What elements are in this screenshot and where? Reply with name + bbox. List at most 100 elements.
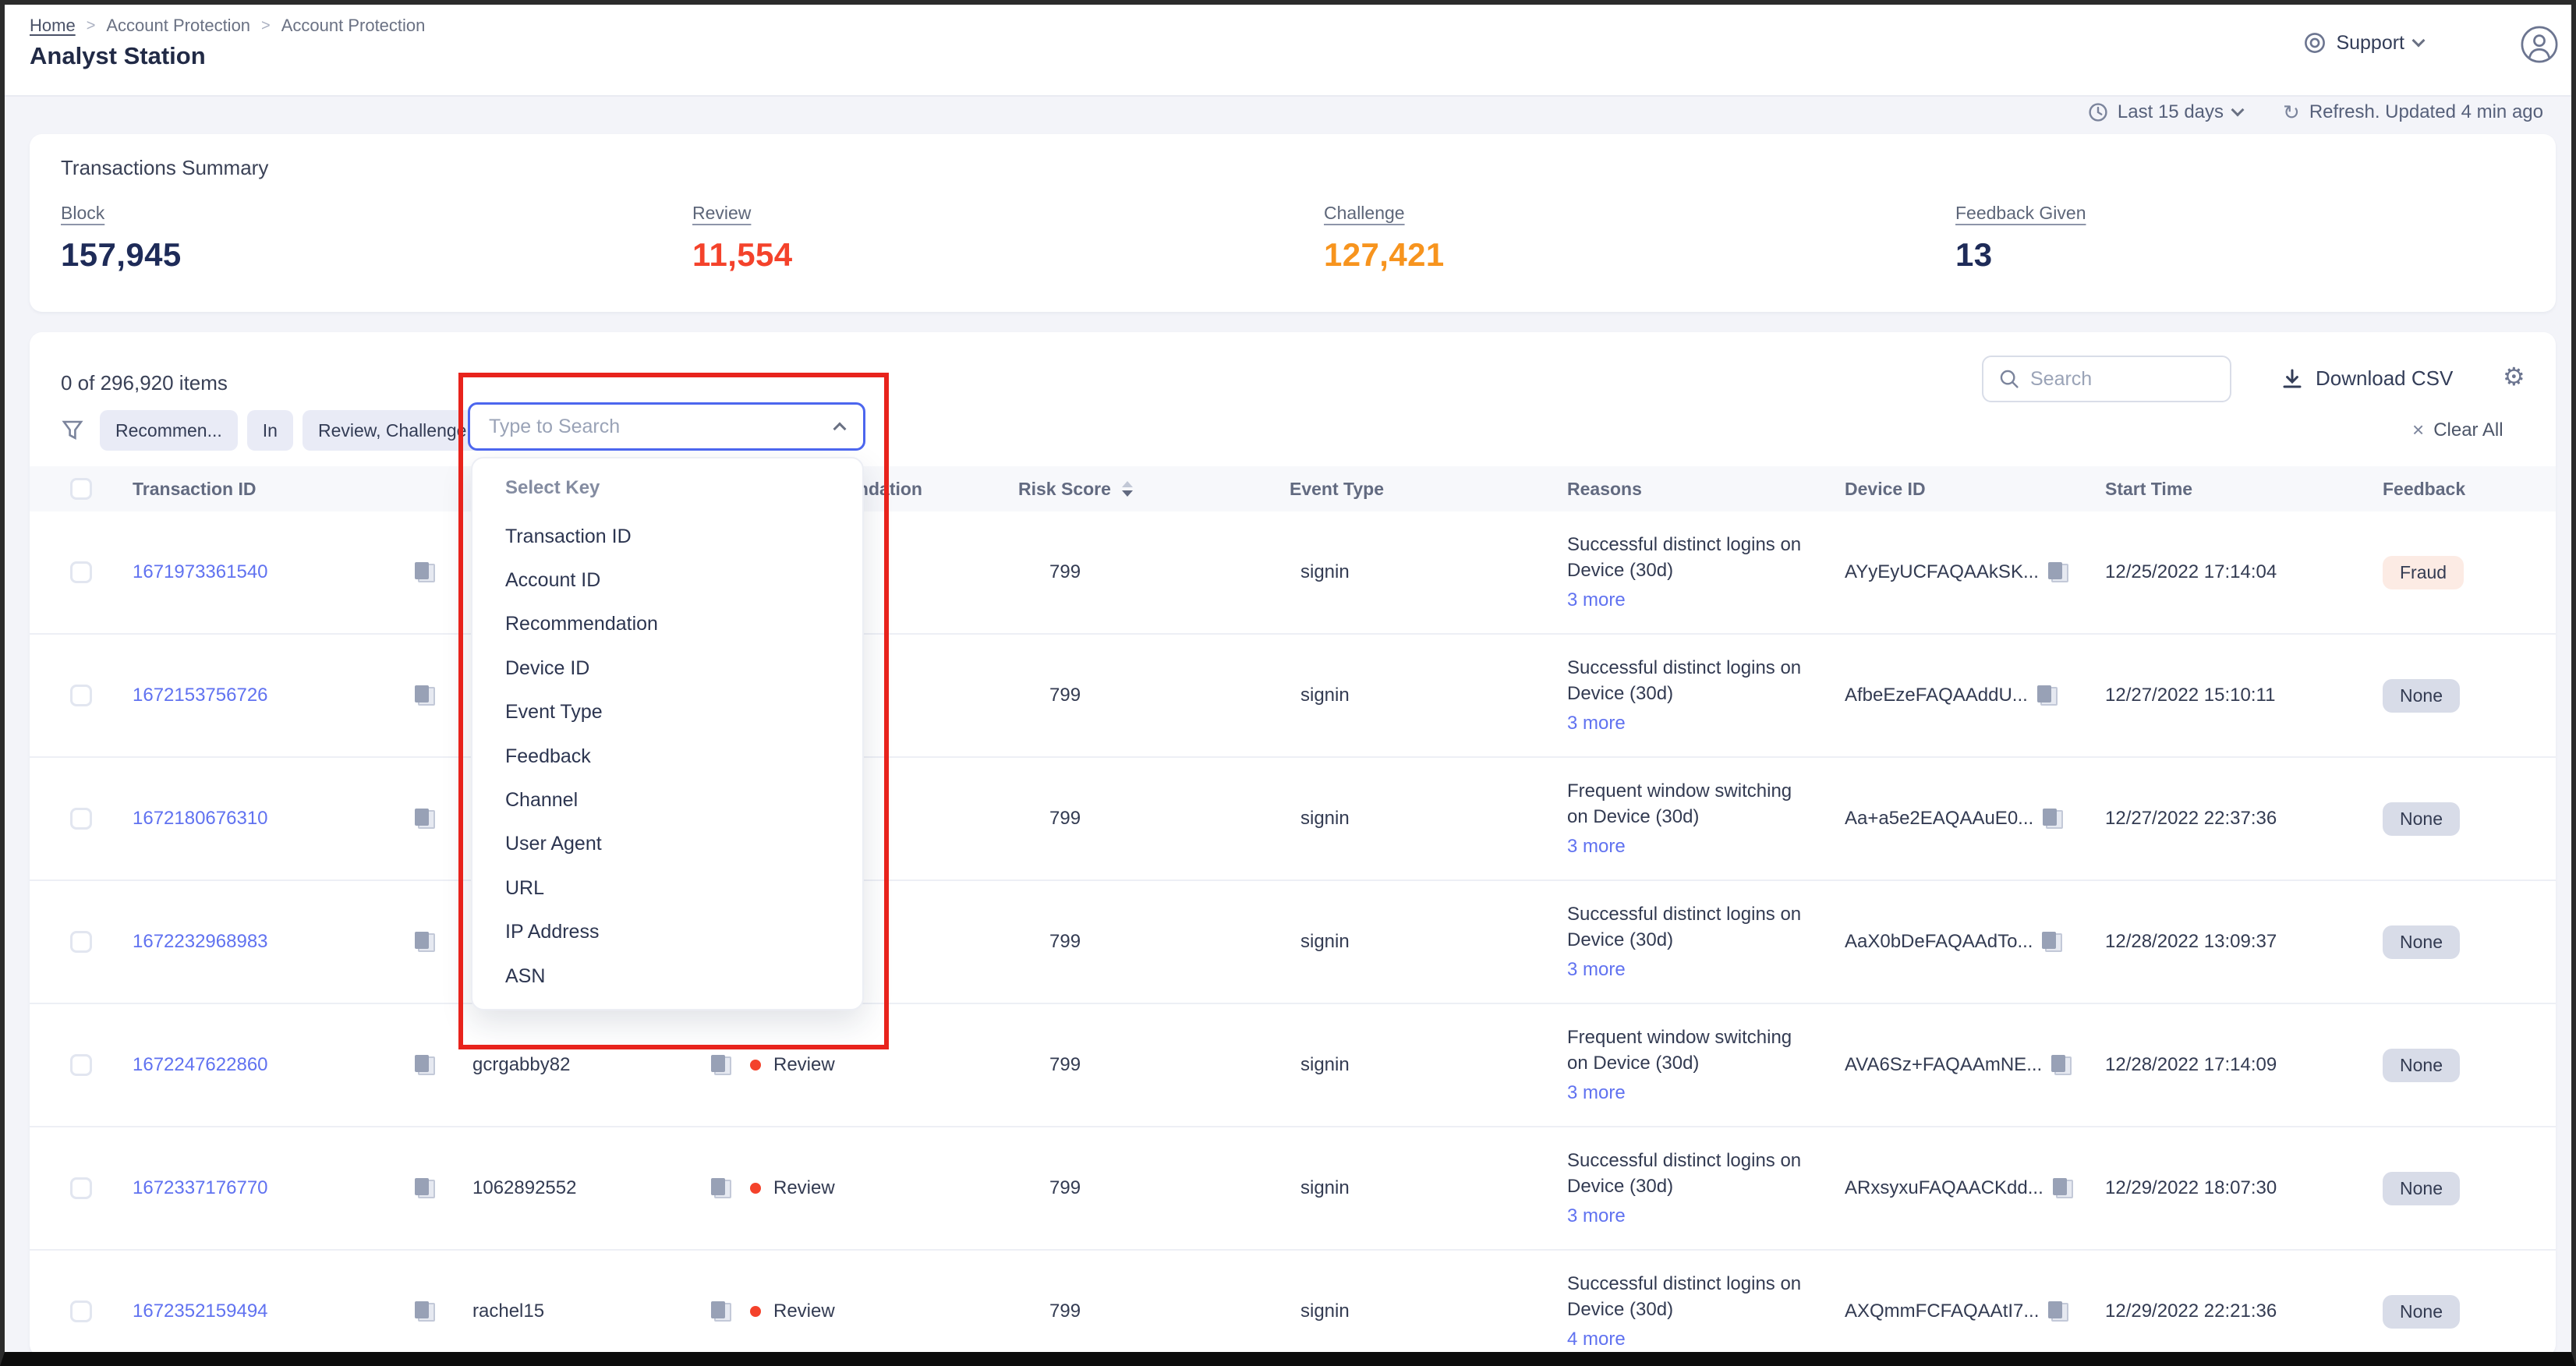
support-label: Support xyxy=(2336,32,2404,55)
transaction-id-link[interactable]: 1672153756726 xyxy=(133,685,268,706)
support-menu[interactable]: Support xyxy=(2303,31,2423,55)
dropdown-option-recommendation[interactable]: Recommendation xyxy=(505,603,862,646)
settings-gear-icon[interactable]: ⚙ xyxy=(2503,362,2525,391)
stat-review-label[interactable]: Review xyxy=(692,203,751,224)
col-risk-score[interactable]: Risk Score xyxy=(993,479,1265,500)
device-id: AYyEyUCFAQAAkSK... xyxy=(1845,561,2039,583)
more-reasons-link[interactable]: 3 more xyxy=(1567,587,1626,614)
transaction-id-link[interactable]: 1671973361540 xyxy=(133,561,268,583)
row-checkbox[interactable] xyxy=(70,1054,92,1076)
filter-operator-chip[interactable]: In xyxy=(247,410,293,451)
table-row: 1672352159494 rachel15 Review 799 signin… xyxy=(30,1251,2556,1357)
copy-icon[interactable] xyxy=(2043,809,2063,829)
transaction-id-link[interactable]: 1672180676310 xyxy=(133,808,268,830)
table-row: 1672180676310 799 signin Frequent window… xyxy=(30,758,2556,881)
breadcrumb-separator-icon: > xyxy=(261,17,271,35)
breadcrumb-account-protection-2[interactable]: Account Protection xyxy=(281,16,426,36)
more-reasons-link[interactable]: 3 more xyxy=(1567,957,1626,983)
active-filter: Recommen... In Review, Challenge xyxy=(61,410,482,451)
more-reasons-link[interactable]: 3 more xyxy=(1567,710,1626,737)
download-csv-button[interactable]: Download CSV xyxy=(2281,366,2453,391)
row-checkbox[interactable] xyxy=(70,808,92,830)
refresh-label: Refresh. Updated 4 min ago xyxy=(2309,101,2543,123)
table-row: 1672232968983 799 signin Successful dist… xyxy=(30,881,2556,1004)
filter-value-chip[interactable]: Review, Challenge xyxy=(303,410,483,451)
more-reasons-link[interactable]: 3 more xyxy=(1567,1080,1626,1106)
stat-challenge-label[interactable]: Challenge xyxy=(1324,203,1405,224)
row-checkbox[interactable] xyxy=(70,931,92,953)
items-count: 0 of 296,920 items xyxy=(61,371,228,395)
more-reasons-link[interactable]: 3 more xyxy=(1567,833,1626,860)
copy-icon[interactable] xyxy=(415,1301,435,1322)
dropdown-option-feedback[interactable]: Feedback xyxy=(505,734,862,778)
date-range-selector[interactable]: Last 15 days xyxy=(2088,101,2242,123)
stat-block-label[interactable]: Block xyxy=(61,203,104,224)
filter-key-combobox[interactable] xyxy=(468,402,865,451)
transaction-id-link[interactable]: 1672352159494 xyxy=(133,1301,268,1322)
user-avatar-icon[interactable] xyxy=(2520,25,2559,64)
search-icon xyxy=(1999,369,2019,389)
dropdown-option-event-type[interactable]: Event Type xyxy=(505,691,862,734)
dropdown-option-asn[interactable]: ASN xyxy=(505,954,862,998)
toolbar-band: Last 15 days ↻ Refresh. Updated 4 min ag… xyxy=(5,98,2571,134)
copy-icon[interactable] xyxy=(2037,685,2058,706)
copy-icon[interactable] xyxy=(415,1178,435,1198)
refresh-icon: ↻ xyxy=(2283,101,2300,125)
feedback-badge: None xyxy=(2383,1049,2460,1082)
row-checkbox[interactable] xyxy=(70,1301,92,1322)
feedback-badge: None xyxy=(2383,925,2460,959)
copy-icon[interactable] xyxy=(2048,1301,2068,1322)
filter-key-chip[interactable]: Recommen... xyxy=(100,410,238,451)
table-search[interactable] xyxy=(1982,356,2231,402)
dropdown-option-user-agent[interactable]: User Agent xyxy=(505,823,862,866)
dropdown-option-device-id[interactable]: Device ID xyxy=(505,646,862,690)
account-id: 1062892552 xyxy=(472,1177,576,1199)
row-checkbox[interactable] xyxy=(70,561,92,583)
transactions-table: Transaction ID Account ID Recommendation… xyxy=(30,466,2556,1357)
stat-feedback-given-label[interactable]: Feedback Given xyxy=(1955,203,2086,224)
col-event-type: Event Type xyxy=(1265,479,1542,500)
transactions-summary-card: Transactions Summary Block 157,945 Revie… xyxy=(30,134,2556,312)
select-all-checkbox[interactable] xyxy=(70,478,92,500)
dropdown-option-url[interactable]: URL xyxy=(505,866,862,910)
chevron-down-icon xyxy=(2231,104,2245,117)
copy-icon[interactable] xyxy=(2048,562,2068,582)
refresh-button[interactable]: ↻ Refresh. Updated 4 min ago xyxy=(2283,101,2543,125)
risk-score: 799 xyxy=(1049,931,1081,953)
dropdown-option-ip-address[interactable]: IP Address xyxy=(505,911,862,954)
start-time: 12/25/2022 17:14:04 xyxy=(2105,561,2277,583)
breadcrumb-home[interactable]: Home xyxy=(30,16,76,36)
more-reasons-link[interactable]: 3 more xyxy=(1567,1203,1626,1230)
row-checkbox[interactable] xyxy=(70,685,92,706)
copy-icon[interactable] xyxy=(2051,1055,2072,1075)
copy-icon[interactable] xyxy=(415,562,435,582)
transaction-id-link[interactable]: 1672337176770 xyxy=(133,1177,268,1199)
copy-icon[interactable] xyxy=(711,1178,731,1198)
copy-icon[interactable] xyxy=(415,1055,435,1075)
dropdown-option-channel[interactable]: Channel xyxy=(505,778,862,822)
sort-arrows-icon[interactable] xyxy=(1122,481,1133,497)
transaction-id-link[interactable]: 1672247622860 xyxy=(133,1054,268,1076)
summary-title: Transactions Summary xyxy=(61,156,268,180)
copy-icon[interactable] xyxy=(711,1055,731,1075)
risk-score: 799 xyxy=(1049,1301,1081,1322)
clear-all-button[interactable]: × Clear All xyxy=(2412,418,2503,442)
copy-icon[interactable] xyxy=(415,932,435,952)
copy-icon[interactable] xyxy=(415,809,435,829)
copy-icon[interactable] xyxy=(2042,932,2062,952)
key-search-input[interactable] xyxy=(489,416,835,438)
search-input[interactable] xyxy=(2030,368,2202,391)
dropdown-option-transaction-id[interactable]: Transaction ID xyxy=(505,515,862,558)
more-reasons-link[interactable]: 4 more xyxy=(1567,1326,1626,1353)
copy-icon[interactable] xyxy=(415,685,435,706)
transaction-id-link[interactable]: 1672232968983 xyxy=(133,931,268,953)
reason-text: Successful distinct logins on Device (30… xyxy=(1567,1150,1801,1198)
page-title: Analyst Station xyxy=(30,42,206,70)
key-select-dropdown: Select Key Transaction ID Account ID Rec… xyxy=(471,457,864,1010)
breadcrumb-account-protection[interactable]: Account Protection xyxy=(106,16,250,36)
copy-icon[interactable] xyxy=(2053,1178,2073,1198)
row-checkbox[interactable] xyxy=(70,1177,92,1199)
account-id: gcrgabby82 xyxy=(472,1054,570,1076)
copy-icon[interactable] xyxy=(711,1301,731,1322)
dropdown-option-account-id[interactable]: Account ID xyxy=(505,558,862,602)
